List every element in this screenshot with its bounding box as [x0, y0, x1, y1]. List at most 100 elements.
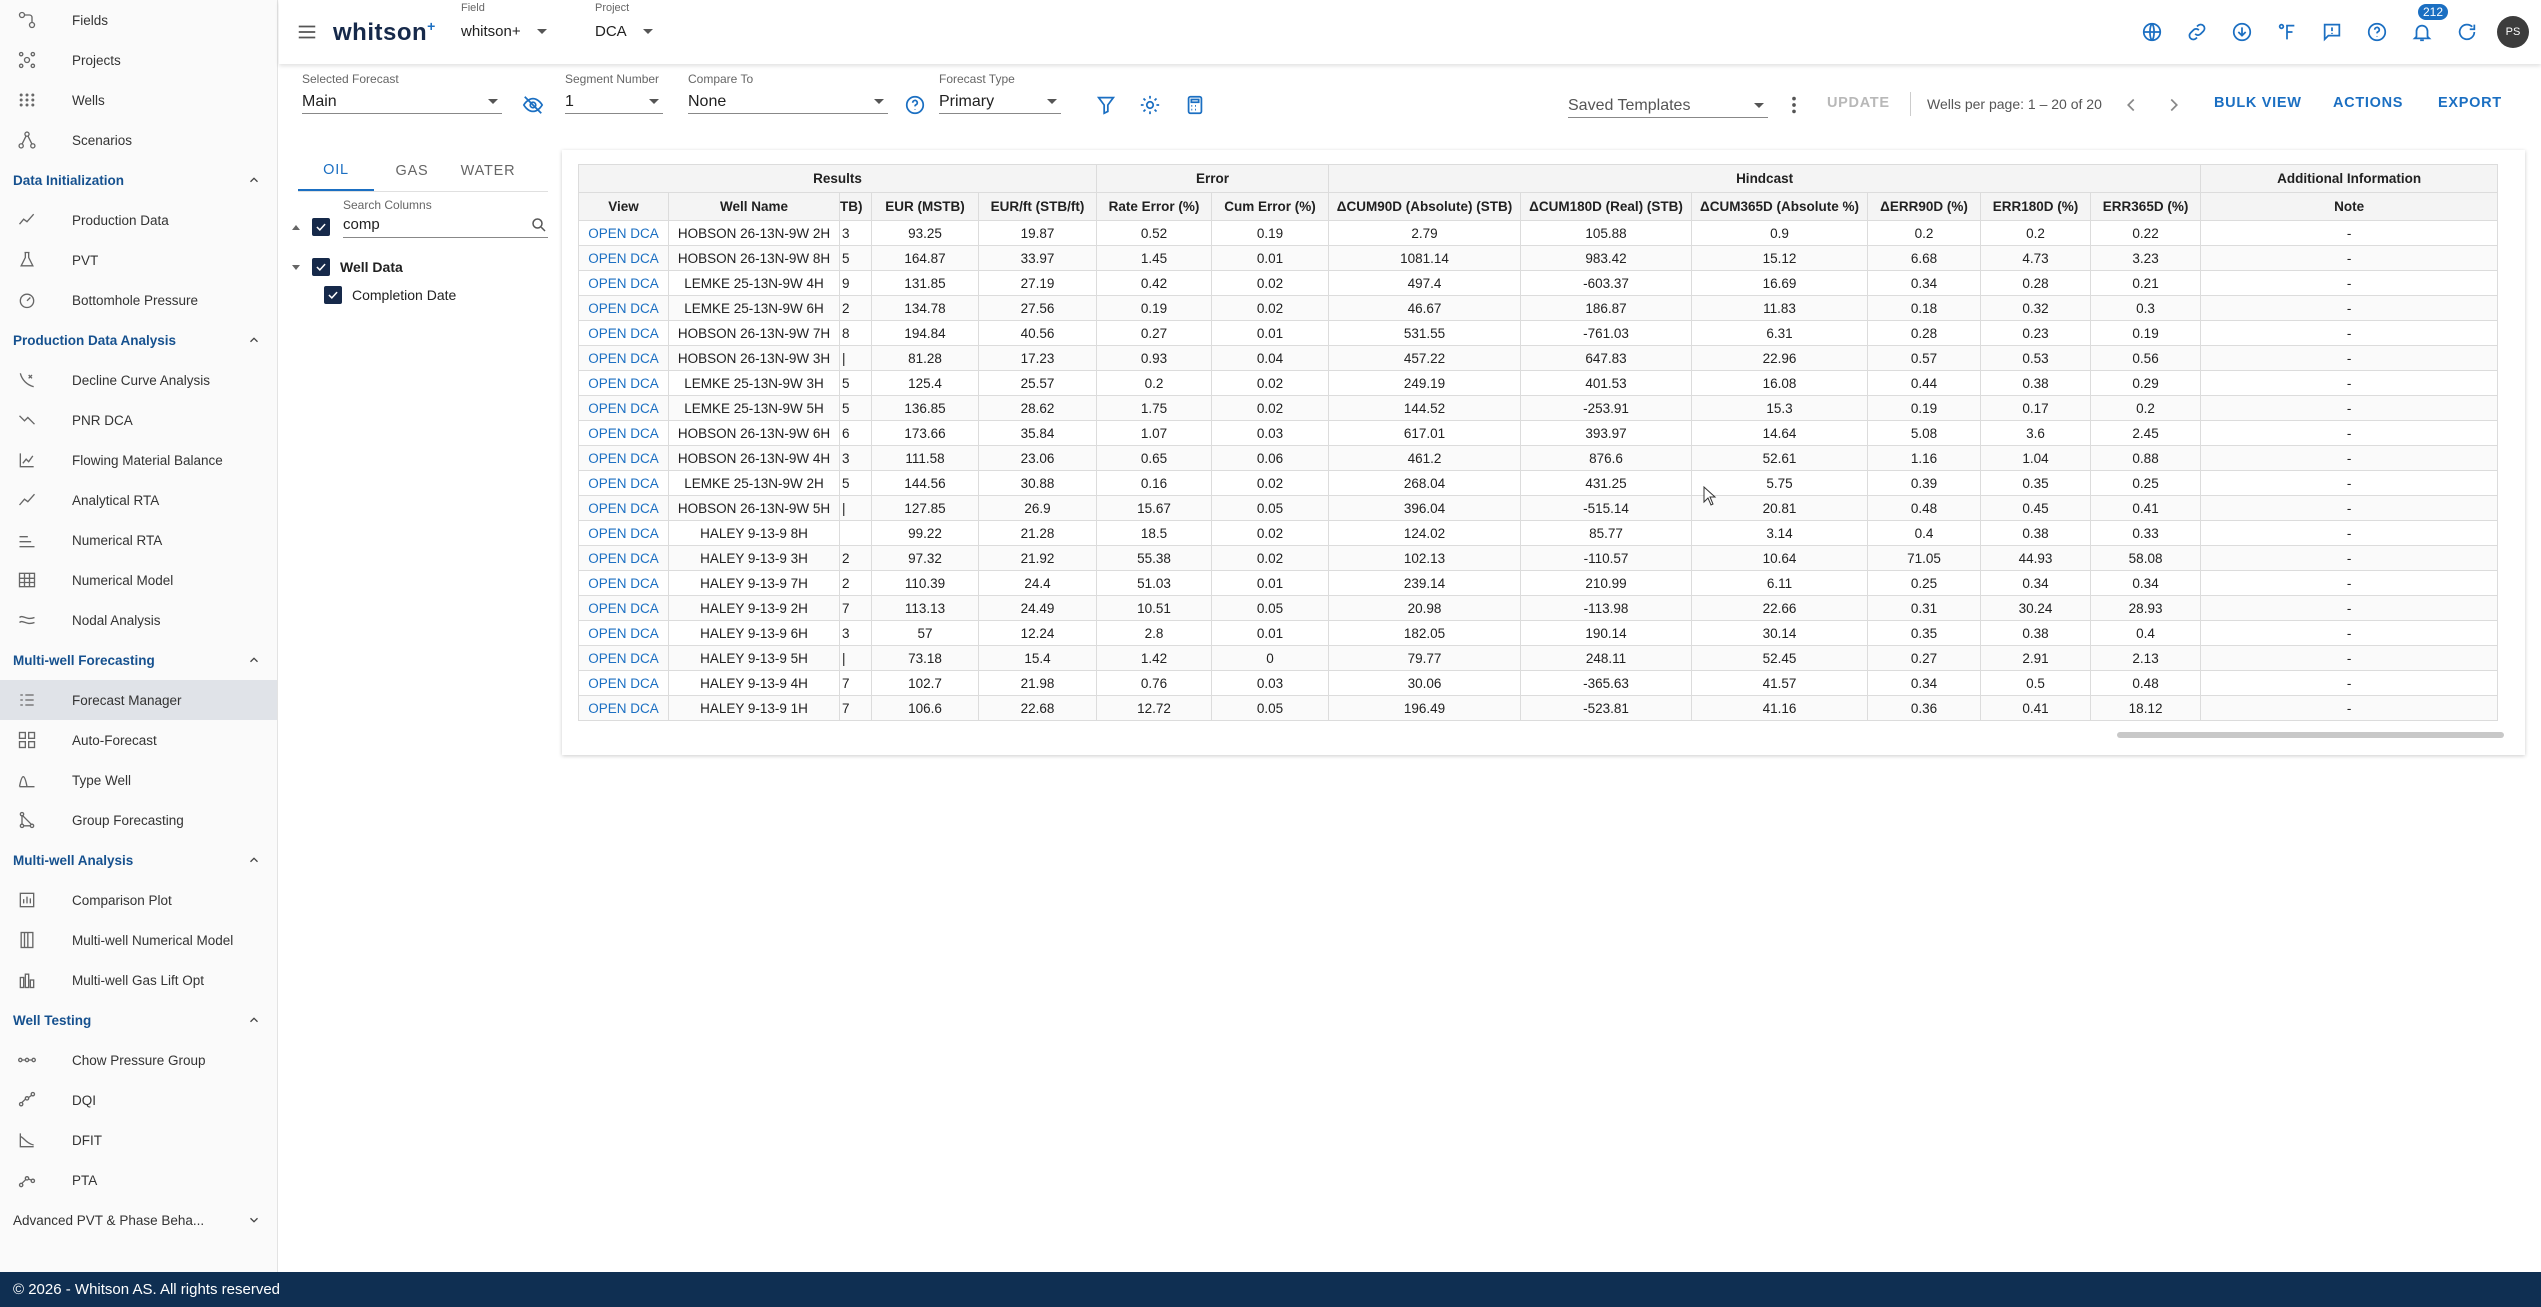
chevron-right-icon[interactable] — [2161, 92, 2187, 118]
nav-section-production-data-analysis[interactable]: Production Data Analysis — [0, 320, 277, 360]
sidebar-item-multi-well-numerical-model[interactable]: Multi-well Numerical Model — [0, 920, 277, 960]
sidebar-item-wells[interactable]: Wells — [0, 80, 277, 120]
open-dca-link[interactable]: OPEN DCA — [578, 370, 669, 396]
column-header[interactable]: ΔERR90D (%) — [1867, 192, 1982, 221]
sidebar-item-decline-curve-analysis[interactable]: Decline Curve Analysis — [0, 360, 277, 400]
column-header[interactable]: ΔCUM180D (Real) (STB) — [1520, 192, 1693, 221]
sidebar-item-pnr-dca[interactable]: PNR DCA — [0, 400, 277, 440]
open-dca-link[interactable]: OPEN DCA — [578, 595, 669, 621]
nav-section-data-initialization[interactable]: Data Initialization — [0, 160, 277, 200]
open-dca-link[interactable]: OPEN DCA — [578, 445, 669, 471]
tab-gas[interactable]: GAS — [374, 150, 450, 191]
field-selector[interactable]: Field whitson+ — [461, 2, 547, 40]
sidebar-item-dfit[interactable]: DFIT — [0, 1120, 277, 1160]
bell-icon[interactable]: 212 — [2404, 4, 2449, 50]
column-header[interactable]: ERR180D (%) — [1980, 192, 2092, 221]
open-dca-link[interactable]: OPEN DCA — [578, 295, 669, 321]
export-button[interactable]: EXPORT — [2438, 95, 2502, 111]
tab-water[interactable]: WATER — [450, 150, 526, 191]
column-header[interactable]: ERR365D (%) — [2090, 192, 2202, 221]
open-dca-link[interactable]: OPEN DCA — [578, 495, 669, 521]
sidebar-item-group-forecasting[interactable]: Group Forecasting — [0, 800, 277, 840]
chevron-left-icon[interactable] — [2118, 92, 2144, 118]
avatar[interactable]: PS — [2497, 16, 2529, 48]
sidebar-item-numerical-model[interactable]: Numerical Model — [0, 560, 277, 600]
open-dca-link[interactable]: OPEN DCA — [578, 520, 669, 546]
open-dca-link[interactable]: OPEN DCA — [578, 270, 669, 296]
column-header[interactable]: Rate Error (%) — [1096, 192, 1213, 221]
sidebar-item-projects[interactable]: Projects — [0, 40, 277, 80]
search-icon[interactable] — [530, 216, 548, 234]
open-dca-link[interactable]: OPEN DCA — [578, 395, 669, 421]
link-icon[interactable] — [2179, 14, 2215, 50]
open-dca-link[interactable]: OPEN DCA — [578, 670, 669, 696]
sidebar-item-chow-pressure-group[interactable]: Chow Pressure Group — [0, 1040, 277, 1080]
feedback-icon[interactable] — [2314, 14, 2350, 50]
project-selector[interactable]: Project DCA — [595, 2, 653, 40]
nav-section-well-testing[interactable]: Well Testing — [0, 1000, 277, 1040]
expand-icon[interactable] — [292, 264, 300, 270]
sidebar-item-nodal-analysis[interactable]: Nodal Analysis — [0, 600, 277, 640]
sidebar-item-analytical-rta[interactable]: Analytical RTA — [0, 480, 277, 520]
help-icon[interactable] — [902, 92, 928, 118]
open-dca-link[interactable]: OPEN DCA — [578, 620, 669, 646]
column-header[interactable]: Well Name — [668, 192, 840, 221]
app-logo[interactable]: whitson+ — [333, 18, 436, 47]
open-dca-link[interactable]: OPEN DCA — [578, 695, 669, 721]
sidebar-item-scenarios[interactable]: Scenarios — [0, 120, 277, 160]
open-dca-link[interactable]: OPEN DCA — [578, 420, 669, 446]
column-header[interactable]: EUR/ft (STB/ft) — [977, 192, 1098, 221]
download-icon[interactable] — [2224, 14, 2260, 50]
update-button[interactable]: UPDATE — [1827, 95, 1890, 111]
saved-templates-select[interactable]: Saved Templates — [1568, 88, 1768, 118]
sidebar-item-numerical-rta[interactable]: Numerical RTA — [0, 520, 277, 560]
compare-to-select[interactable]: Compare To None — [688, 72, 888, 114]
open-dca-link[interactable]: OPEN DCA — [578, 345, 669, 371]
selected-forecast-select[interactable]: Selected Forecast Main — [302, 72, 502, 114]
well-data-checkbox[interactable] — [312, 258, 330, 276]
sidebar-item-pta[interactable]: PTA — [0, 1160, 277, 1200]
more-vert-icon[interactable] — [1781, 92, 1807, 118]
column-header[interactable]: TB) — [839, 192, 872, 221]
sidebar-item-production-data[interactable]: Production Data — [0, 200, 277, 240]
sidebar-item-comparison-plot[interactable]: Comparison Plot — [0, 880, 277, 920]
open-dca-link[interactable]: OPEN DCA — [578, 570, 669, 596]
column-header[interactable]: ΔCUM90D (Absolute) (STB) — [1328, 192, 1522, 221]
help-icon[interactable] — [2359, 14, 2395, 50]
column-header[interactable]: Note — [2200, 192, 2499, 221]
open-dca-link[interactable]: OPEN DCA — [578, 545, 669, 571]
filter-icon[interactable] — [1093, 92, 1119, 118]
column-header[interactable]: Cum Error (%) — [1211, 192, 1330, 221]
sidebar-item-multi-well-gas-lift-opt[interactable]: Multi-well Gas Lift Opt — [0, 960, 277, 1000]
horizontal-scrollbar[interactable] — [2117, 732, 2504, 738]
calculator-icon[interactable] — [1182, 92, 1208, 118]
segment-number-select[interactable]: Segment Number 1 — [565, 72, 663, 114]
forecast-type-select[interactable]: Forecast Type Primary — [939, 72, 1061, 114]
column-header[interactable]: ΔCUM365D (Absolute %) — [1691, 192, 1869, 221]
open-dca-link[interactable]: OPEN DCA — [578, 320, 669, 346]
sidebar-item-bottomhole-pressure[interactable]: Bottomhole Pressure — [0, 280, 277, 320]
collapse-icon[interactable] — [292, 224, 300, 230]
fahrenheit-icon[interactable] — [2269, 14, 2305, 50]
menu-icon[interactable] — [295, 20, 319, 44]
nav-section-multi-well-analysis[interactable]: Multi-well Analysis — [0, 840, 277, 880]
open-dca-link[interactable]: OPEN DCA — [578, 470, 669, 496]
completion-date-checkbox[interactable] — [324, 286, 342, 304]
column-header[interactable]: EUR (MSTB) — [871, 192, 979, 221]
sidebar-item-pvt[interactable]: PVT — [0, 240, 277, 280]
open-dca-link[interactable]: OPEN DCA — [578, 645, 669, 671]
select-all-checkbox[interactable] — [312, 218, 330, 236]
globe-icon[interactable] — [2134, 14, 2170, 50]
bulk-view-button[interactable]: BULK VIEW — [2214, 95, 2302, 111]
settings-icon[interactable] — [1137, 92, 1163, 118]
column-header[interactable]: View — [578, 192, 669, 221]
sidebar-item-fields[interactable]: Fields — [0, 0, 277, 40]
sidebar-item-auto-forecast[interactable]: Auto-Forecast — [0, 720, 277, 760]
sidebar-item-type-well[interactable]: Type Well — [0, 760, 277, 800]
refresh-icon[interactable] — [2449, 14, 2485, 50]
sidebar-item-dqi[interactable]: DQI — [0, 1080, 277, 1120]
nav-section-advanced-pvt-phase-beha[interactable]: Advanced PVT & Phase Beha... — [0, 1200, 277, 1240]
open-dca-link[interactable]: OPEN DCA — [578, 245, 669, 271]
visibility-off-icon[interactable] — [520, 92, 546, 118]
open-dca-link[interactable]: OPEN DCA — [578, 220, 669, 246]
